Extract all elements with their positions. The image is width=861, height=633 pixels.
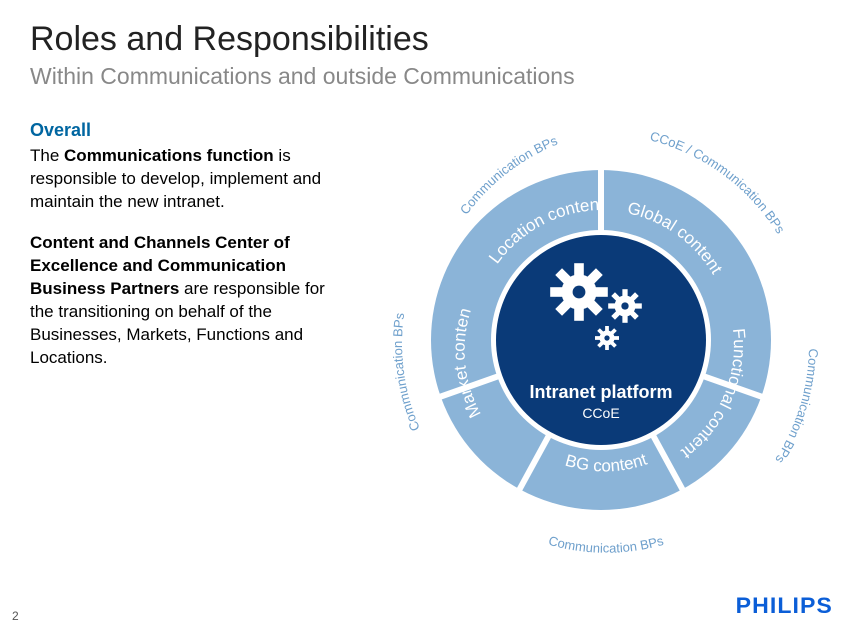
page-number: 2 bbox=[12, 609, 19, 623]
section-heading: Overall bbox=[30, 120, 350, 141]
intranet-diagram: Intranet platform CCoE Location content … bbox=[371, 110, 831, 570]
slide: Roles and Responsibilities Within Commun… bbox=[0, 0, 861, 580]
center-sub: CCoE bbox=[582, 405, 619, 421]
outer-label-bottom: Communication BPs bbox=[547, 533, 666, 556]
outer-label-left: Communication BPs bbox=[390, 311, 423, 433]
page-subtitle: Within Communications and outside Commun… bbox=[30, 63, 831, 90]
text-column: Overall The Communications function is r… bbox=[30, 120, 370, 387]
para1-bold: Communications function bbox=[64, 146, 274, 165]
content-row: Overall The Communications function is r… bbox=[30, 120, 831, 560]
para1-pre: The bbox=[30, 146, 64, 165]
paragraph-1: The Communications function is responsib… bbox=[30, 145, 350, 214]
page-title: Roles and Responsibilities bbox=[30, 20, 831, 59]
brand-logo: PHILIPS bbox=[736, 593, 833, 619]
diagram-column: Intranet platform CCoE Location content … bbox=[370, 120, 831, 560]
paragraph-2: Content and Channels Center of Excellenc… bbox=[30, 232, 350, 370]
center-title: Intranet platform bbox=[529, 382, 672, 402]
outer-label-right: Communication BPs bbox=[772, 348, 821, 466]
